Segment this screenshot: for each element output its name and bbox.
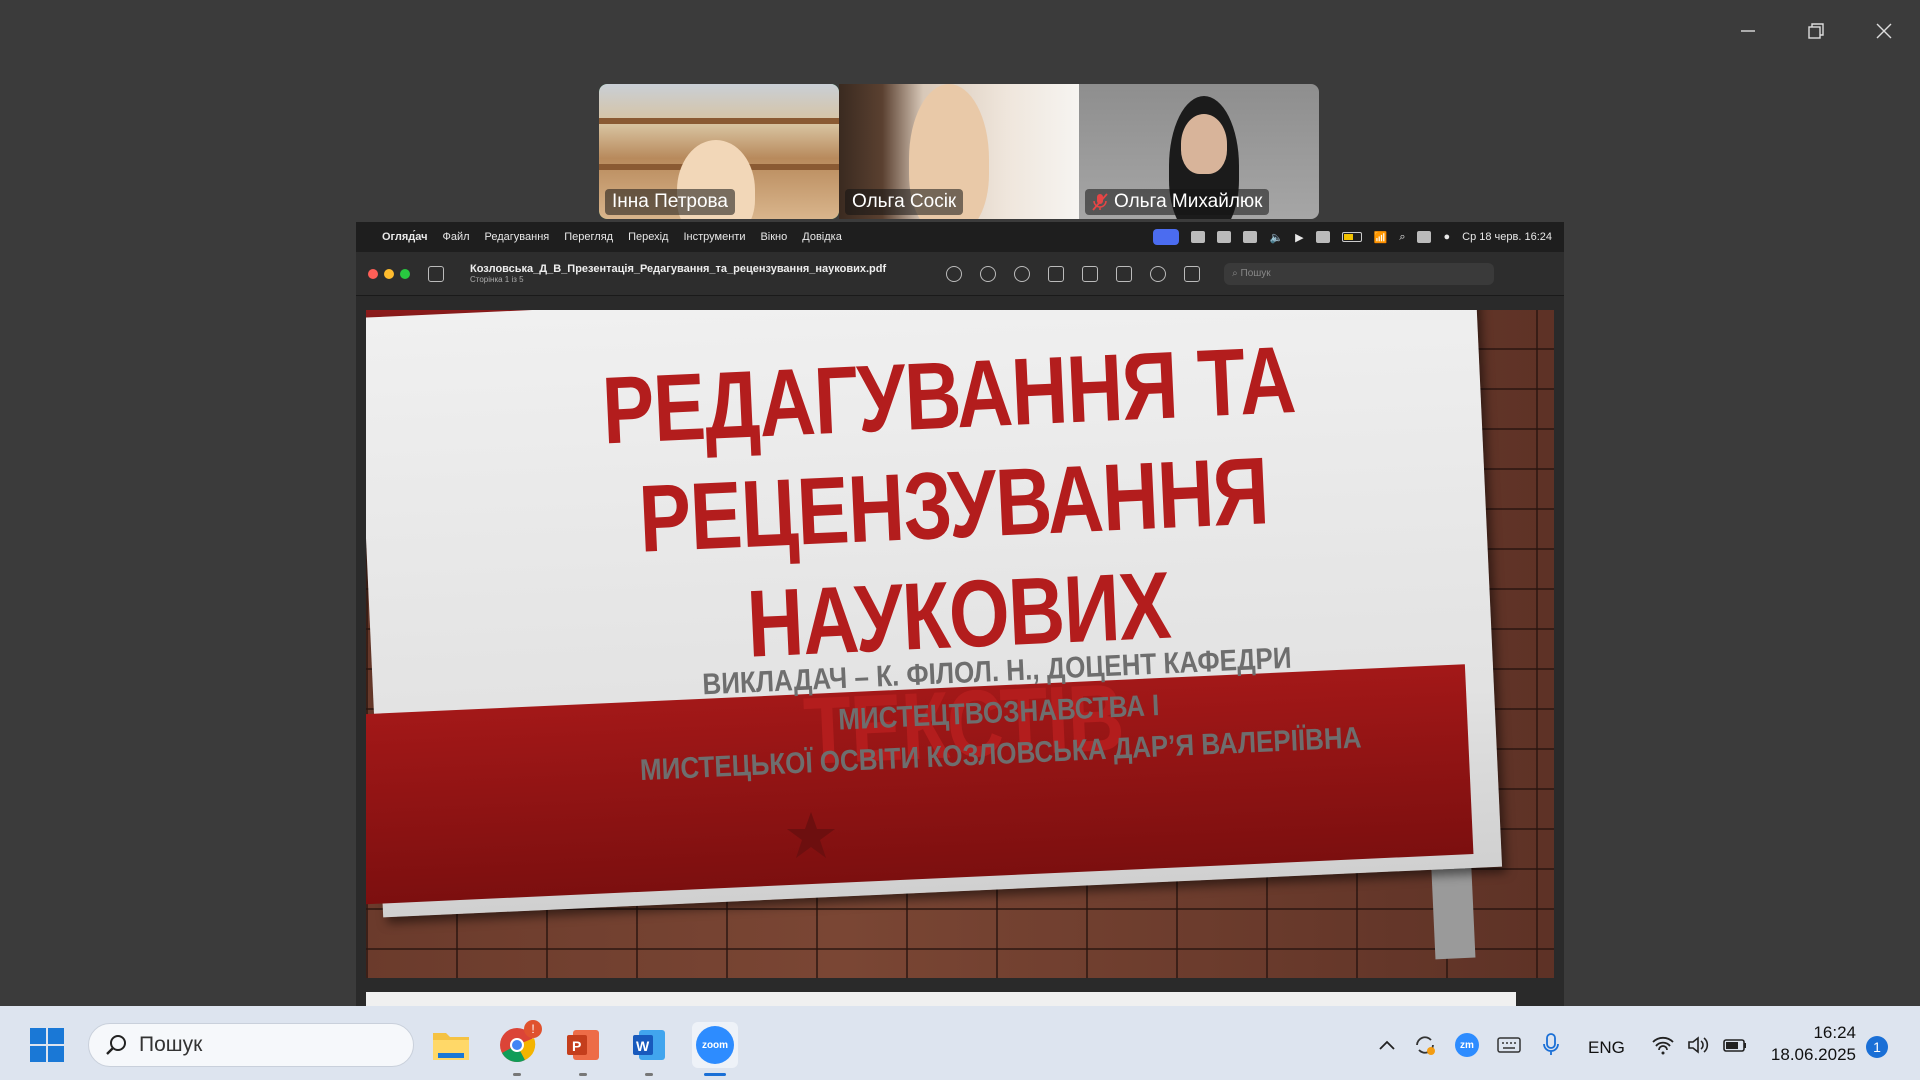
participant-name: Ольга Сосік [845, 189, 964, 215]
windows-start-icon[interactable] [30, 1028, 64, 1062]
sync-icon[interactable] [1410, 1030, 1440, 1060]
search-icon [106, 1035, 126, 1055]
wifi-icon: 📶 [1373, 231, 1388, 244]
play-icon: ▶ [1295, 231, 1304, 244]
mic-muted-icon [1092, 193, 1108, 211]
maximize-button[interactable] [1796, 14, 1836, 48]
preview-search-input: ⌕ Пошук [1224, 262, 1495, 285]
cloud-icon [1217, 231, 1232, 243]
menu-item: Редагування [484, 231, 550, 243]
folder-icon [433, 1033, 469, 1060]
sidebar-icon [428, 265, 444, 282]
zoom-dot [400, 268, 410, 279]
menu-item: Вікно [760, 231, 788, 243]
form-icon [1184, 265, 1201, 282]
shared-screen: Огляд́ач Файл Редагування Перегляд Перех… [356, 222, 1564, 1006]
display-icon [1243, 231, 1258, 243]
menu-item: Перехід [628, 231, 669, 243]
screen-share-icon [1153, 229, 1180, 245]
chrome-badge: ! [524, 1020, 542, 1038]
menu-item: Файл [442, 231, 470, 243]
word-icon: W [633, 1030, 665, 1060]
share-icon [1048, 265, 1065, 282]
close-dot [368, 268, 378, 279]
clock-date: 18.06.2025 [1770, 1045, 1856, 1064]
chrome-app[interactable]: ! [494, 1020, 542, 1076]
close-icon [1876, 23, 1892, 39]
file-explorer-app[interactable] [428, 1022, 474, 1068]
traffic-lights [368, 268, 410, 279]
clock-time: 16:24 [1813, 1023, 1856, 1042]
taskbar: Пошук ! P W zoom zm ENG 16:24 18.06.2025… [0, 1006, 1920, 1080]
word-app[interactable]: W [626, 1022, 672, 1076]
svg-text:W: W [636, 1038, 650, 1054]
participant-name: Інна Петрова [605, 189, 735, 215]
volume-icon: 🔈 [1269, 231, 1284, 244]
participant-tile[interactable]: Ольга Сосік [839, 84, 1079, 219]
document-title: Козловська_Д_В_Презентація_Редагування_т… [470, 263, 887, 275]
search-icon: ⌕ [1399, 230, 1406, 243]
microphone-icon[interactable] [1536, 1030, 1566, 1060]
info-icon [946, 265, 963, 282]
close-button[interactable] [1864, 14, 1904, 48]
zoom-app[interactable]: zoom [692, 1022, 738, 1076]
siri-icon: ● [1443, 231, 1451, 243]
wifi-icon[interactable] [1648, 1030, 1678, 1060]
markup-pen-icon [1082, 265, 1099, 282]
restore-icon [1808, 23, 1824, 39]
wechat-icon [1191, 231, 1206, 243]
minimize-button[interactable] [1728, 14, 1768, 48]
menu-item: Довідка [802, 231, 842, 243]
participant-tile[interactable]: Ольга Михайлюк [1079, 84, 1319, 219]
keyboard-layout-icon [1315, 231, 1330, 243]
volume-icon[interactable] [1684, 1030, 1714, 1060]
notification-badge[interactable]: 1 [1866, 1036, 1888, 1058]
show-hidden-icons-icon[interactable] [1372, 1030, 1402, 1060]
powerpoint-icon: P [567, 1030, 599, 1060]
control-center-icon [1417, 231, 1432, 243]
svg-text:P: P [572, 1038, 581, 1054]
menu-item: Огляд́ач [382, 231, 428, 243]
menu-item: Перегляд [564, 231, 614, 243]
language-indicator[interactable]: ENG [1588, 1038, 1625, 1058]
keyboard-icon[interactable] [1494, 1030, 1524, 1060]
system-clock[interactable]: 16:24 18.06.2025 [1770, 1022, 1856, 1066]
annotate-icon [1150, 265, 1167, 282]
mac-datetime: Ср 18 черв. 16:24 [1462, 231, 1552, 243]
presentation-slide: РЕДАГУВАННЯ ТА РЕЦЕНЗУВАННЯ НАУКОВИХ ТЕК… [366, 310, 1554, 978]
page-info: Сторінка 1 із 5 [470, 275, 524, 284]
participant-name: Ольга Михайлюк [1085, 189, 1270, 215]
taskbar-search[interactable]: Пошук [88, 1023, 414, 1067]
minimize-dot [384, 268, 394, 279]
rotate-icon [1116, 265, 1133, 282]
zoom-icon: zoom [696, 1026, 734, 1064]
minimize-icon [1741, 30, 1755, 32]
battery-icon[interactable] [1720, 1030, 1750, 1060]
zoom-in-icon [1014, 265, 1031, 282]
battery-icon [1341, 232, 1362, 242]
participant-face [1181, 114, 1227, 174]
powerpoint-app[interactable]: P [560, 1022, 606, 1076]
menu-item: Інструменти [683, 231, 746, 243]
preview-toolbar: Козловська_Д_В_Презентація_Редагування_т… [356, 252, 1564, 296]
star-icon [787, 812, 835, 858]
zoom-out-icon [980, 265, 997, 282]
participant-tile[interactable]: Інна Петрова [599, 84, 839, 219]
mac-menubar: Огляд́ач Файл Редагування Перегляд Перех… [356, 222, 1564, 252]
video-strip: Інна Петрова Ольга Сосік Ольга Михайлюк [599, 84, 1319, 219]
zoom-tray-icon[interactable]: zm [1452, 1030, 1482, 1060]
